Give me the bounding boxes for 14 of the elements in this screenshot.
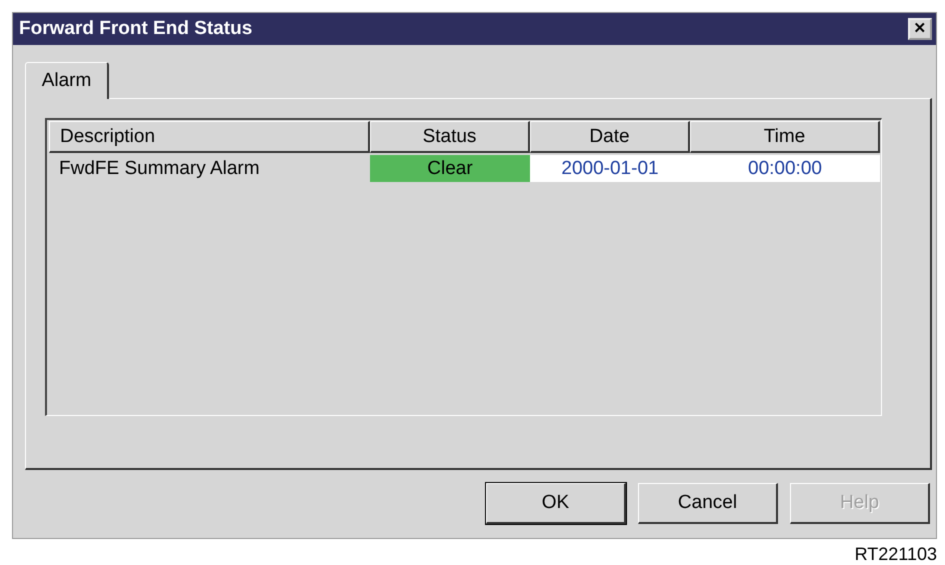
column-header[interactable]: Status bbox=[370, 121, 530, 153]
table-cell-text: FwdFE Summary Alarm bbox=[58, 156, 261, 180]
figure-code: RT221103 bbox=[854, 544, 937, 564]
dialog-button[interactable]: OK bbox=[486, 483, 626, 524]
close-button[interactable]: ✕ bbox=[908, 18, 932, 40]
dialog-button[interactable]: Cancel bbox=[638, 483, 778, 524]
window-title: Forward Front End Status bbox=[19, 18, 252, 40]
table-cell: 00:00:00 bbox=[690, 155, 880, 182]
tab[interactable]: Alarm bbox=[25, 62, 109, 99]
column-header[interactable]: Date bbox=[530, 121, 690, 153]
status-cell: Clear bbox=[370, 155, 530, 182]
column-header[interactable]: Time bbox=[690, 121, 880, 153]
table-cell: 2000-01-01 bbox=[530, 155, 690, 182]
column-header[interactable]: Description bbox=[49, 121, 370, 153]
